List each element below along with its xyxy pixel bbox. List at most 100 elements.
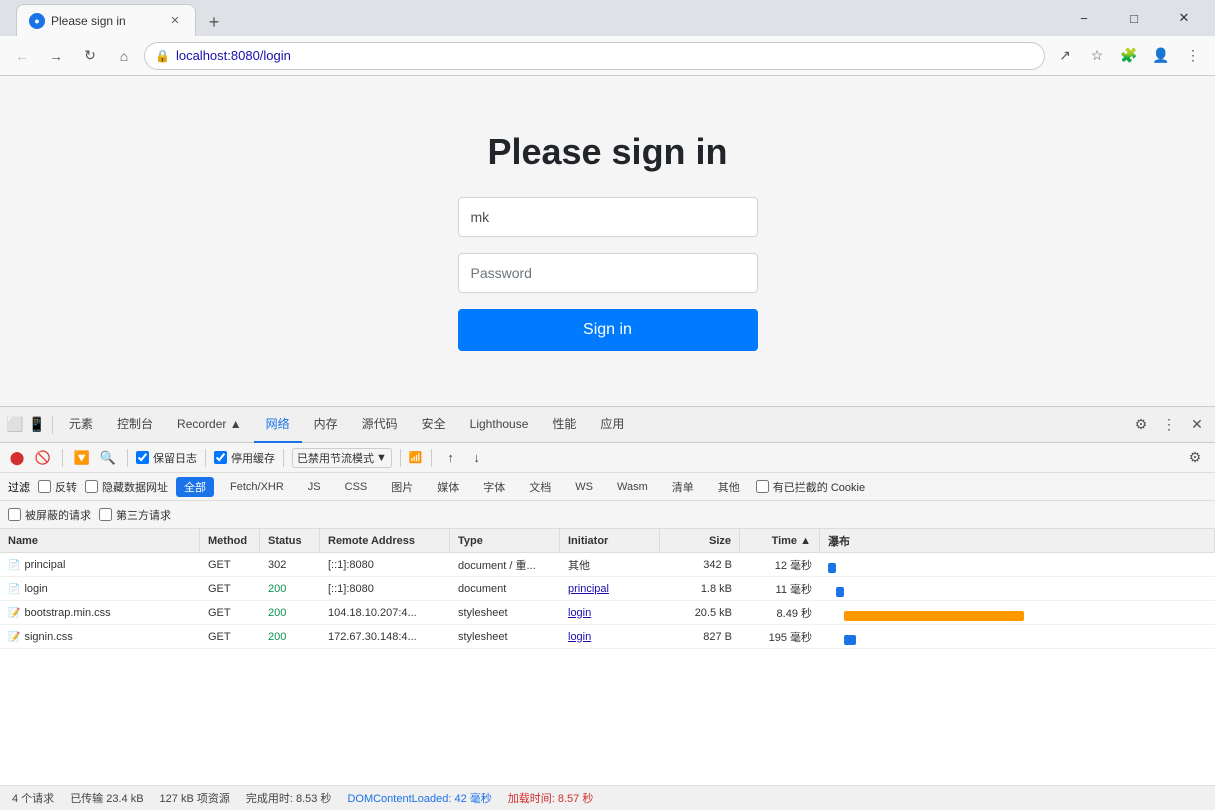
col-header-remote[interactable]: Remote Address	[320, 529, 450, 552]
record-button[interactable]: ⬤	[6, 447, 28, 469]
devtools-device-icon[interactable]: 📱	[26, 414, 48, 436]
row-status-signin: 200	[260, 631, 320, 643]
blocked-requests-checkbox[interactable]: 被屏蔽的请求	[8, 507, 91, 523]
requests-count: 4 个请求	[12, 790, 54, 806]
tab-security[interactable]: 安全	[410, 407, 458, 443]
browser-tab[interactable]: ● Please sign in ✕	[16, 4, 196, 36]
row-initiator-login[interactable]: principal	[560, 583, 660, 595]
row-type-login: document	[450, 583, 560, 595]
col-header-name[interactable]: Name	[0, 529, 200, 552]
sign-in-button[interactable]: Sign in	[458, 309, 758, 351]
file-icon: 📝	[8, 608, 20, 619]
close-tab-button[interactable]: ✕	[167, 13, 183, 29]
filter-ws[interactable]: WS	[567, 479, 601, 495]
lock-icon: 🔒	[155, 49, 170, 63]
clear-button[interactable]: 🚫	[32, 447, 54, 469]
search-button[interactable]: 🔍	[97, 447, 119, 469]
filter-css[interactable]: CSS	[337, 479, 376, 495]
table-row[interactable]: 📝signin.css GET 200 172.67.30.148:4... s…	[0, 625, 1215, 649]
devtools-inspect-icon[interactable]: ⬜	[4, 414, 26, 436]
filter-media[interactable]: 媒体	[429, 477, 467, 497]
row-size-principal: 342 B	[660, 559, 740, 571]
forward-button[interactable]: →	[42, 42, 70, 70]
filter-label: 过滤	[8, 479, 30, 495]
toolbar-divider-6	[431, 449, 432, 467]
share-button[interactable]: ↗	[1051, 42, 1079, 70]
network-settings-icon[interactable]: ⚙	[1181, 444, 1209, 472]
maximize-button[interactable]: □	[1111, 2, 1157, 34]
finish-time: 完成用时: 8.53 秒	[246, 790, 332, 806]
filter-js[interactable]: JS	[300, 479, 329, 495]
filter-manifest[interactable]: 清单	[664, 477, 702, 497]
row-method-principal: GET	[200, 559, 260, 571]
profile-button[interactable]: 👤	[1147, 42, 1175, 70]
network-toolbar: ⬤ 🚫 🔽 🔍 保留日志 停用缓存 已禁用节流模式 ▼ 📶 ↑ ↓ ⚙	[0, 443, 1215, 473]
table-row[interactable]: 📄login GET 200 [::1]:8080 document princ…	[0, 577, 1215, 601]
hide-data-urls-checkbox[interactable]: 隐藏数据网址	[85, 479, 168, 495]
tab-recorder[interactable]: Recorder ▲	[165, 407, 254, 443]
tab-sources[interactable]: 源代码	[350, 407, 410, 443]
filter-img[interactable]: 图片	[383, 477, 421, 497]
menu-button[interactable]: ⋮	[1179, 42, 1207, 70]
password-input[interactable]	[458, 253, 758, 293]
address-input-wrap[interactable]: 🔒 localhost:8080/login	[144, 42, 1045, 70]
reverse-filter-checkbox[interactable]: 反转	[38, 479, 77, 495]
col-header-size[interactable]: Size	[660, 529, 740, 552]
col-header-waterfall[interactable]: 瀑布	[820, 529, 1215, 552]
devtools-panel: ⬜ 📱 元素 控制台 Recorder ▲ 网络 内存 源代码 安全 Light…	[0, 406, 1215, 809]
third-party-checkbox[interactable]: 第三方请求	[99, 507, 171, 523]
window-controls: − □ ✕	[1061, 2, 1207, 34]
has-cookie-checkbox[interactable]: 有已拦截的 Cookie	[756, 479, 865, 495]
filter-other[interactable]: 其他	[710, 477, 748, 497]
devtools-more-icon[interactable]: ⋮	[1155, 411, 1183, 439]
col-header-time[interactable]: Time ▲	[740, 529, 820, 552]
file-icon: 📝	[8, 632, 20, 643]
col-header-method[interactable]: Method	[200, 529, 260, 552]
row-time-signin: 195 毫秒	[740, 629, 820, 645]
extensions-button[interactable]: 🧩	[1115, 42, 1143, 70]
col-header-status[interactable]: Status	[260, 529, 320, 552]
row-time-principal: 12 毫秒	[740, 557, 820, 573]
tab-memory[interactable]: 内存	[302, 407, 350, 443]
import-button[interactable]: ↑	[440, 447, 462, 469]
col-header-type[interactable]: Type	[450, 529, 560, 552]
tab-elements[interactable]: 元素	[57, 407, 105, 443]
row-initiator-bootstrap[interactable]: login	[560, 607, 660, 619]
throttle-dropdown[interactable]: 已禁用节流模式 ▼	[292, 448, 392, 468]
minimize-button[interactable]: −	[1061, 2, 1107, 34]
filter-wasm[interactable]: Wasm	[609, 479, 656, 495]
filter-fetch-xhr[interactable]: Fetch/XHR	[222, 479, 292, 495]
home-button[interactable]: ⌂	[110, 42, 138, 70]
reload-button[interactable]: ↻	[76, 42, 104, 70]
devtools-settings-icon[interactable]: ⚙	[1127, 411, 1155, 439]
table-row[interactable]: 📄principal GET 302 [::1]:8080 document /…	[0, 553, 1215, 577]
col-header-initiator[interactable]: Initiator	[560, 529, 660, 552]
page-content: Please sign in Sign in	[0, 76, 1215, 406]
load-time: 加载时间: 8.57 秒	[508, 790, 594, 806]
tab-lighthouse[interactable]: Lighthouse	[458, 407, 541, 443]
tab-application[interactable]: 应用	[588, 407, 636, 443]
devtools-close-icon[interactable]: ✕	[1183, 411, 1211, 439]
preserve-log-checkbox[interactable]: 保留日志	[136, 450, 197, 466]
username-input[interactable]	[458, 197, 758, 237]
row-initiator-signin[interactable]: login	[560, 631, 660, 643]
network-table: Name Method Status Remote Address Type I…	[0, 529, 1215, 785]
export-button[interactable]: ↓	[466, 447, 488, 469]
tab-network[interactable]: 网络	[254, 407, 302, 443]
close-button[interactable]: ✕	[1161, 2, 1207, 34]
filter-button[interactable]: 🔽	[71, 447, 93, 469]
tab-console[interactable]: 控制台	[105, 407, 165, 443]
table-row[interactable]: 📝bootstrap.min.css GET 200 104.18.10.207…	[0, 601, 1215, 625]
waterfall-bar	[828, 563, 836, 573]
row-remote-bootstrap: 104.18.10.207:4...	[320, 607, 450, 619]
filter-doc[interactable]: 文档	[521, 477, 559, 497]
filter-font[interactable]: 字体	[475, 477, 513, 497]
tab-performance[interactable]: 性能	[540, 407, 588, 443]
filter-all[interactable]: 全部	[176, 477, 214, 497]
row-name-principal: 📄principal	[0, 559, 200, 571]
bookmark-button[interactable]: ☆	[1083, 42, 1111, 70]
new-tab-button[interactable]: +	[200, 8, 228, 36]
disable-cache-checkbox[interactable]: 停用缓存	[214, 450, 275, 466]
dom-content-loaded: DOMContentLoaded: 42 毫秒	[347, 790, 491, 806]
back-button[interactable]: ←	[8, 42, 36, 70]
